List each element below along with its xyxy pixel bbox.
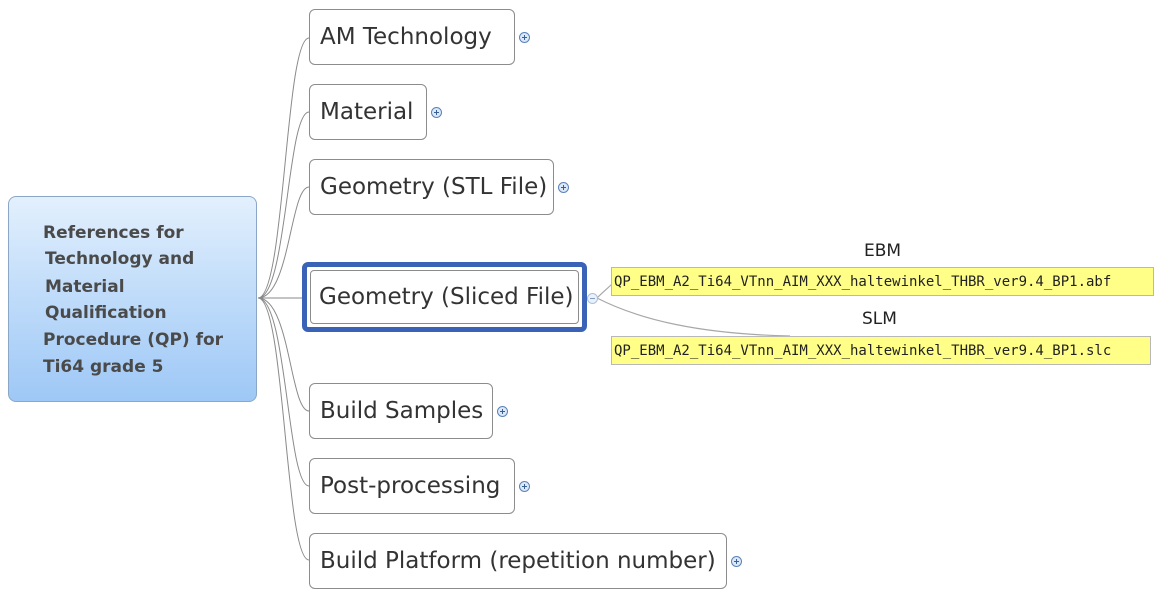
topic-build-platform[interactable]: Build Platform (repetition number) (309, 533, 727, 589)
expand-plus-icon[interactable] (519, 481, 530, 492)
topic-am-technology[interactable]: AM Technology (309, 9, 515, 65)
central-topic-line: Material (45, 277, 125, 297)
central-topic-line: Qualification (45, 303, 167, 323)
expand-plus-icon[interactable] (519, 32, 530, 43)
file-name-ebm[interactable]: QP_EBM_A2_Ti64_VTnn_AIM_XXX_haltewinkel_… (611, 267, 1154, 296)
topic-build-samples[interactable]: Build Samples (309, 383, 493, 439)
topic-label: Build Platform (repetition number) (320, 548, 716, 574)
central-topic-line: References for (43, 223, 184, 243)
central-topic-line: Ti64 grade 5 (43, 357, 164, 377)
connector-build-platform (257, 297, 310, 561)
subtopic-label-slm[interactable]: SLM (862, 309, 897, 329)
topic-label: AM Technology (320, 24, 492, 50)
topic-label: Post-processing (320, 473, 501, 499)
topic-geometry-sliced-file[interactable]: Geometry (Sliced File) (302, 262, 587, 332)
mind-map-canvas: References for Technology and Material Q… (0, 0, 1154, 590)
file-name-slm[interactable]: QP_EBM_A2_Ti64_VTnn_AIM_XXX_haltewinkel_… (611, 336, 1151, 365)
topic-label: Geometry (STL File) (320, 174, 548, 200)
topic-label: Geometry (Sliced File) (319, 284, 574, 310)
central-topic[interactable]: References for Technology and Material Q… (8, 196, 257, 402)
topic-geometry-stl-file[interactable]: Geometry (STL File) (309, 159, 554, 215)
central-topic-line: Procedure (QP) for (43, 330, 224, 350)
central-topic-line: Technology and (45, 249, 195, 269)
connector-am-technology (257, 37, 310, 299)
collapse-minus-icon[interactable] (587, 293, 598, 304)
expand-plus-icon[interactable] (731, 556, 742, 567)
topic-label: Build Samples (320, 398, 484, 424)
expand-plus-icon[interactable] (558, 182, 569, 193)
file-name-text: QP_EBM_A2_Ti64_VTnn_AIM_XXX_haltewinkel_… (614, 342, 1112, 359)
connector-ebm (596, 283, 613, 299)
topic-label: Material (320, 99, 414, 125)
file-name-text: QP_EBM_A2_Ti64_VTnn_AIM_XXX_haltewinkel_… (614, 273, 1112, 290)
expand-plus-icon[interactable] (497, 406, 508, 417)
topic-post-processing[interactable]: Post-processing (309, 458, 515, 514)
subtopic-label-ebm[interactable]: EBM (864, 241, 901, 261)
expand-plus-icon[interactable] (431, 107, 442, 118)
topic-material[interactable]: Material (309, 84, 427, 140)
connector-slm (596, 297, 791, 337)
